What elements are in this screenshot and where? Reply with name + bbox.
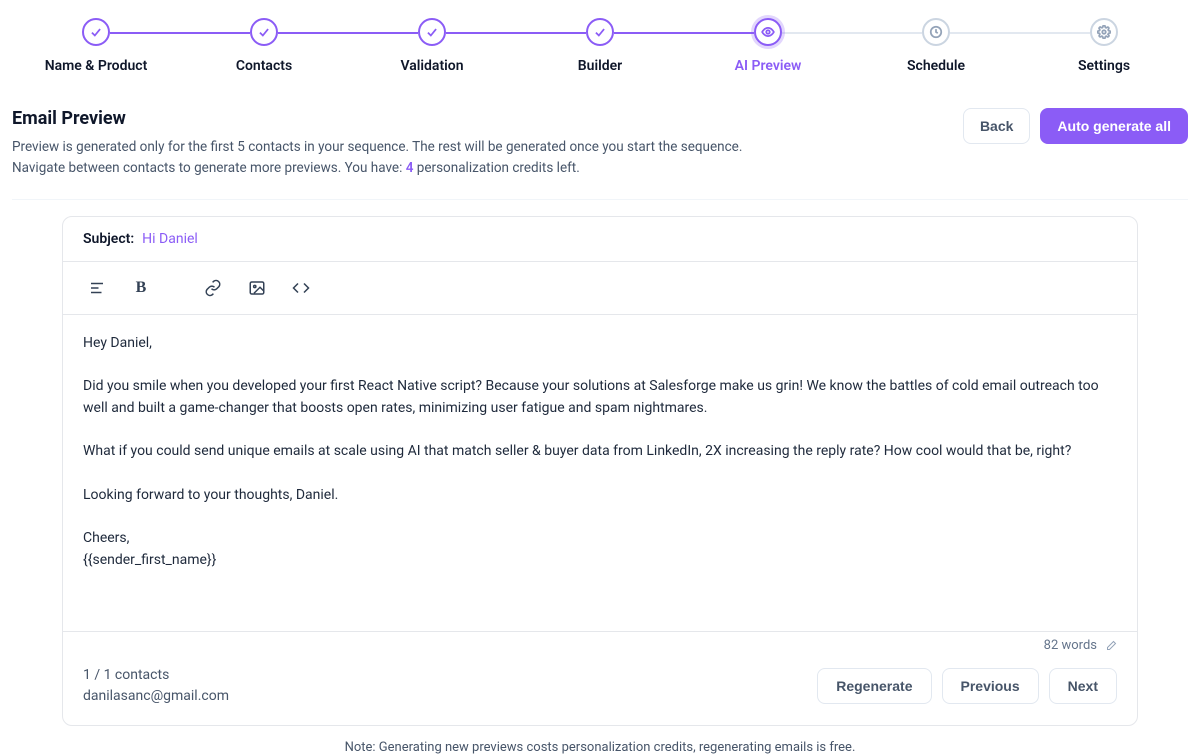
- check-icon: [418, 18, 446, 46]
- subject-value[interactable]: Hi Daniel: [142, 231, 198, 247]
- stepper: Name & Product Contacts Validation Build…: [12, 0, 1188, 102]
- bold-icon[interactable]: B: [125, 272, 157, 304]
- step-validation[interactable]: Validation: [348, 18, 516, 74]
- step-label: Builder: [578, 58, 622, 74]
- desc-line-1: Preview is generated only for the first …: [12, 139, 742, 155]
- email-body-editor[interactable]: Hey Daniel, Did you smile when you devel…: [63, 315, 1137, 632]
- contact-email: danilasanc@gmail.com: [83, 686, 229, 707]
- divider: [12, 199, 1188, 200]
- word-count: 82 words: [1044, 638, 1097, 653]
- check-icon: [82, 18, 110, 46]
- step-name-product[interactable]: Name & Product: [12, 18, 180, 74]
- subject-label: Subject:: [83, 231, 134, 247]
- regenerate-button[interactable]: Regenerate: [817, 668, 931, 704]
- auto-generate-all-button[interactable]: Auto generate all: [1040, 108, 1188, 144]
- step-label: Schedule: [907, 58, 965, 74]
- email-editor-card: Subject: Hi Daniel B Hey Daniel, Did you…: [62, 216, 1138, 727]
- code-icon[interactable]: [285, 272, 317, 304]
- subject-row: Subject: Hi Daniel: [63, 217, 1137, 262]
- previous-button[interactable]: Previous: [942, 668, 1039, 704]
- step-label: Name & Product: [45, 58, 148, 74]
- check-icon: [586, 18, 614, 46]
- step-label: Validation: [400, 58, 463, 74]
- step-builder[interactable]: Builder: [516, 18, 684, 74]
- step-contacts[interactable]: Contacts: [180, 18, 348, 74]
- step-label: Contacts: [236, 58, 292, 74]
- step-schedule[interactable]: Schedule: [852, 18, 1020, 74]
- image-icon[interactable]: [241, 272, 273, 304]
- step-label: Settings: [1078, 58, 1130, 74]
- page-title: Email Preview: [12, 108, 742, 129]
- back-button[interactable]: Back: [963, 108, 1030, 144]
- check-icon: [250, 18, 278, 46]
- clock-icon: [922, 18, 950, 46]
- page-description: Preview is generated only for the first …: [12, 137, 742, 179]
- step-ai-preview[interactable]: AI Preview: [684, 18, 852, 74]
- editor-footer: 1 / 1 contacts danilasanc@gmail.com Rege…: [63, 653, 1137, 725]
- link-icon[interactable]: [197, 272, 229, 304]
- next-button[interactable]: Next: [1049, 668, 1117, 704]
- editor-toolbar: B: [63, 262, 1137, 315]
- step-settings[interactable]: Settings: [1020, 18, 1188, 74]
- word-count-row: 82 words: [63, 631, 1137, 653]
- footer-note: Note: Generating new previews costs pers…: [12, 740, 1188, 755]
- contact-info: 1 / 1 contacts danilasanc@gmail.com: [83, 665, 229, 707]
- step-label: AI Preview: [735, 58, 802, 74]
- contact-counter: 1 / 1 contacts: [83, 665, 229, 686]
- gear-icon: [1090, 18, 1118, 46]
- eye-icon: [754, 18, 782, 46]
- desc-line-2-prefix: Navigate between contacts to generate mo…: [12, 160, 406, 176]
- edit-icon: [1105, 640, 1117, 652]
- align-left-icon[interactable]: [81, 272, 113, 304]
- desc-line-2-suffix: personalization credits left.: [413, 160, 579, 176]
